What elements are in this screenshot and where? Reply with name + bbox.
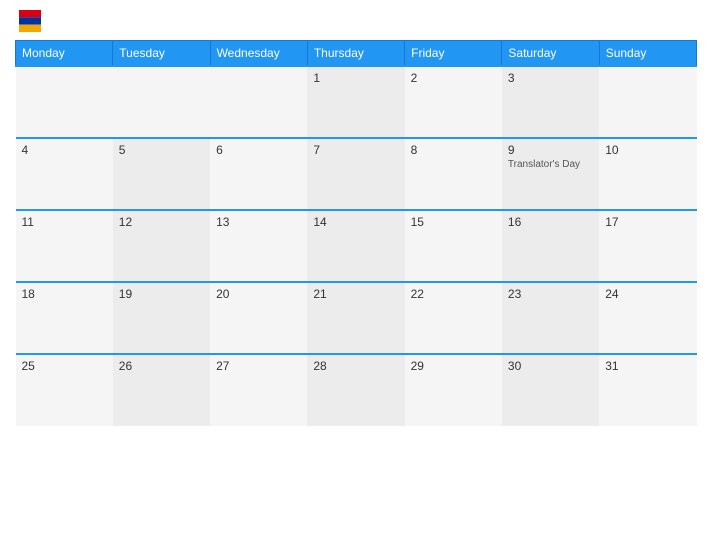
day-number: 27 (216, 359, 301, 373)
calendar-cell: 24 (599, 282, 696, 354)
day-number: 9 (508, 143, 593, 157)
calendar-cell: 4 (16, 138, 113, 210)
calendar-cell: 28 (307, 354, 404, 426)
calendar-cell (113, 66, 210, 138)
calendar-cell: 20 (210, 282, 307, 354)
day-number: 20 (216, 287, 301, 301)
day-number: 28 (313, 359, 398, 373)
calendar-cell: 25 (16, 354, 113, 426)
calendar-cell: 7 (307, 138, 404, 210)
calendar-cell: 21 (307, 282, 404, 354)
calendar-cell: 3 (502, 66, 599, 138)
calendar-table: MondayTuesdayWednesdayThursdayFridaySatu… (15, 40, 697, 426)
calendar-cell: 12 (113, 210, 210, 282)
day-number: 15 (411, 215, 496, 229)
day-header-sunday: Sunday (599, 41, 696, 67)
day-number: 11 (22, 215, 107, 229)
logo (15, 10, 41, 32)
calendar-cell: 17 (599, 210, 696, 282)
day-number: 13 (216, 215, 301, 229)
calendar-cell: 2 (405, 66, 502, 138)
day-number: 12 (119, 215, 204, 229)
calendar-cell: 14 (307, 210, 404, 282)
calendar-cell (210, 66, 307, 138)
calendar-page: MondayTuesdayWednesdayThursdayFridaySatu… (0, 0, 712, 550)
day-header-friday: Friday (405, 41, 502, 67)
day-header-monday: Monday (16, 41, 113, 67)
week-row-3: 11 12 13 14 15 16 17 (16, 210, 697, 282)
day-number: 30 (508, 359, 593, 373)
day-number: 24 (605, 287, 690, 301)
calendar-cell: 13 (210, 210, 307, 282)
day-number: 14 (313, 215, 398, 229)
week-row-1: 123 (16, 66, 697, 138)
calendar-cell: 22 (405, 282, 502, 354)
calendar-header (15, 10, 697, 32)
calendar-cell: 26 (113, 354, 210, 426)
week-row-4: 18 19 20 21 22 23 24 (16, 282, 697, 354)
day-number: 7 (313, 143, 398, 157)
calendar-cell: 15 (405, 210, 502, 282)
day-number: 6 (216, 143, 301, 157)
day-number: 5 (119, 143, 204, 157)
calendar-cell: 5 (113, 138, 210, 210)
day-number: 29 (411, 359, 496, 373)
calendar-cell: 11 (16, 210, 113, 282)
calendar-cell: 6 (210, 138, 307, 210)
week-row-2: 456789 Translator's Day 10 (16, 138, 697, 210)
calendar-cell: 19 (113, 282, 210, 354)
day-header-saturday: Saturday (502, 41, 599, 67)
day-number: 8 (411, 143, 496, 157)
calendar-cell: 27 (210, 354, 307, 426)
calendar-cell: 23 (502, 282, 599, 354)
calendar-cell: 18 (16, 282, 113, 354)
day-number: 1 (313, 71, 398, 85)
day-header-thursday: Thursday (307, 41, 404, 67)
calendar-cell (16, 66, 113, 138)
day-header-tuesday: Tuesday (113, 41, 210, 67)
day-number: 10 (605, 143, 690, 157)
day-headers-row: MondayTuesdayWednesdayThursdayFridaySatu… (16, 41, 697, 67)
day-number: 3 (508, 71, 593, 85)
calendar-cell: 10 (599, 138, 696, 210)
day-number: 21 (313, 287, 398, 301)
calendar-cell: 9 Translator's Day (502, 138, 599, 210)
week-row-5: 25 26 27 28 29 30 31 (16, 354, 697, 426)
day-header-wednesday: Wednesday (210, 41, 307, 67)
day-number: 2 (411, 71, 496, 85)
day-number: 17 (605, 215, 690, 229)
day-number: 25 (22, 359, 107, 373)
calendar-cell (599, 66, 696, 138)
logo-flag-icon (19, 10, 41, 32)
calendar-cell: 31 (599, 354, 696, 426)
day-number: 22 (411, 287, 496, 301)
calendar-cell: 30 (502, 354, 599, 426)
day-number: 19 (119, 287, 204, 301)
day-number: 31 (605, 359, 690, 373)
day-number: 26 (119, 359, 204, 373)
day-number: 4 (22, 143, 107, 157)
day-number: 18 (22, 287, 107, 301)
calendar-cell: 1 (307, 66, 404, 138)
day-number: 23 (508, 287, 593, 301)
calendar-cell: 8 (405, 138, 502, 210)
calendar-cell: 29 (405, 354, 502, 426)
day-number: 16 (508, 215, 593, 229)
calendar-cell: 16 (502, 210, 599, 282)
holiday-label: Translator's Day (508, 159, 593, 170)
